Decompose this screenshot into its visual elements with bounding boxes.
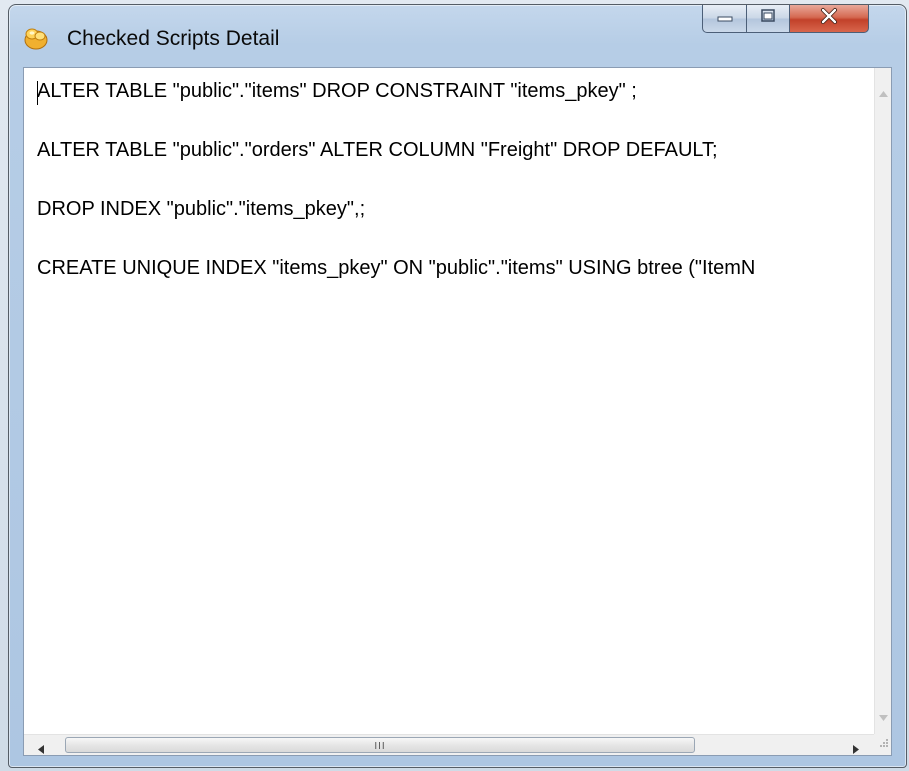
horizontal-scrollbar[interactable]: III (24, 734, 875, 755)
script-text-box[interactable]: ALTER TABLE "public"."items" DROP CONSTR… (23, 67, 892, 756)
window-title: Checked Scripts Detail (67, 27, 280, 50)
script-line: CREATE UNIQUE INDEX "items_pkey" ON "pub… (37, 257, 756, 279)
checked-scripts-detail-window: Checked Scripts Detail ALTER TABLE "publ… (8, 4, 907, 768)
minimize-icon (716, 9, 734, 28)
scroll-grip-icon: III (374, 741, 386, 752)
resize-grip[interactable] (874, 734, 891, 755)
close-button[interactable] (789, 5, 869, 33)
scroll-left-arrow-icon[interactable] (38, 741, 44, 755)
script-line: DROP INDEX "public"."items_pkey",; (37, 198, 366, 220)
close-icon (819, 7, 839, 30)
desktop-background: Checked Scripts Detail ALTER TABLE "publ… (0, 0, 909, 771)
maximize-icon (759, 8, 777, 29)
script-line: ALTER TABLE "public"."orders" ALTER COLU… (37, 139, 718, 161)
app-logo-icon (23, 25, 49, 51)
vertical-scrollbar[interactable] (874, 68, 891, 735)
horizontal-scroll-thumb[interactable]: III (65, 737, 695, 753)
maximize-button[interactable] (746, 5, 790, 33)
title-bar[interactable]: Checked Scripts Detail (9, 5, 906, 67)
script-text-area[interactable]: ALTER TABLE "public"."items" DROP CONSTR… (24, 68, 875, 735)
minimize-button[interactable] (702, 5, 747, 33)
script-line: ALTER TABLE "public"."items" DROP CONSTR… (37, 80, 637, 102)
scroll-up-arrow-icon[interactable] (879, 84, 888, 102)
resize-grip-icon (879, 735, 889, 753)
scroll-down-arrow-icon[interactable] (879, 708, 888, 726)
scroll-right-arrow-icon[interactable] (853, 741, 859, 755)
